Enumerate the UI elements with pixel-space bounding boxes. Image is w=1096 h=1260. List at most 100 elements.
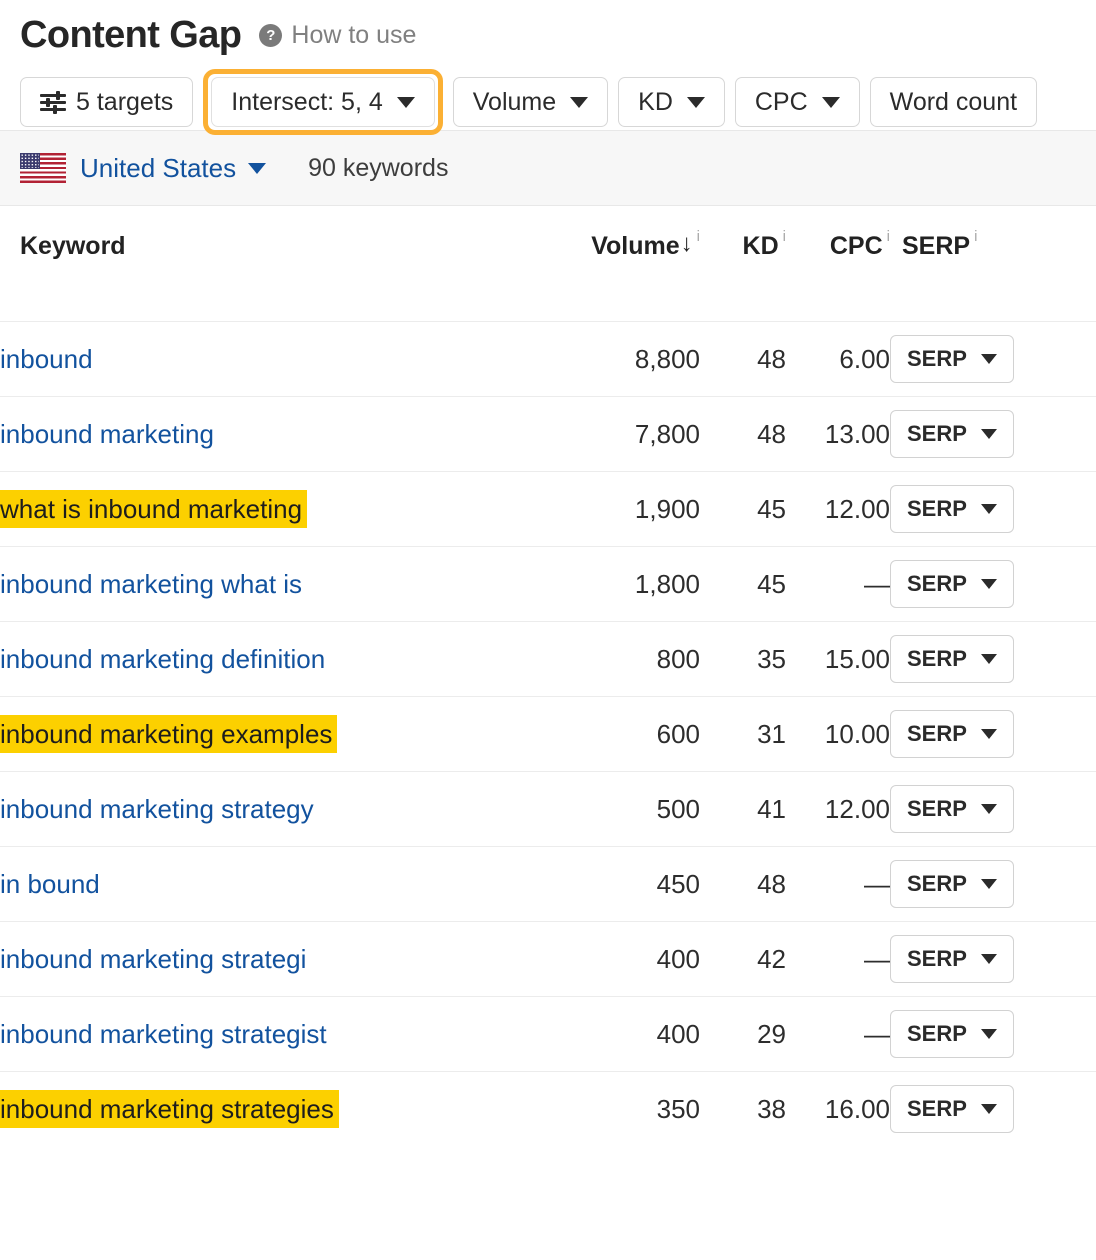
table-body: inbound8,800486.00SERPinbound marketing7… bbox=[0, 322, 1096, 1147]
how-to-use-link[interactable]: ? How to use bbox=[259, 21, 416, 50]
keyword-link-highlighted[interactable]: what is inbound marketing bbox=[0, 490, 307, 528]
kd-filter-label: KD bbox=[638, 88, 673, 117]
keyword-link-highlighted[interactable]: inbound marketing examples bbox=[0, 715, 337, 753]
word-count-filter-button[interactable]: Word count bbox=[870, 77, 1037, 127]
serp-dropdown-button[interactable]: SERP bbox=[890, 1085, 1014, 1133]
cell-cpc: 13.00 bbox=[786, 397, 890, 472]
cell-keyword: inbound marketing definition bbox=[0, 622, 560, 697]
serp-button-label: SERP bbox=[907, 421, 967, 447]
cell-keyword: in bound bbox=[0, 847, 560, 922]
keyword-link[interactable]: in bound bbox=[0, 869, 100, 899]
serp-dropdown-button[interactable]: SERP bbox=[890, 560, 1014, 608]
cell-serp: SERP bbox=[890, 472, 1096, 547]
keyword-link[interactable]: inbound marketing strategy bbox=[0, 794, 314, 824]
keyword-link[interactable]: inbound marketing strategist bbox=[0, 1019, 327, 1049]
chevron-down-icon bbox=[981, 954, 997, 964]
table-row: what is inbound marketing1,9004512.00SER… bbox=[0, 472, 1096, 547]
chevron-down-icon bbox=[570, 97, 588, 108]
country-bar: United States 90 keywords bbox=[0, 130, 1096, 206]
keyword-link[interactable]: inbound marketing what is bbox=[0, 569, 302, 599]
table-row: inbound marketing definition8003515.00SE… bbox=[0, 622, 1096, 697]
table-row: inbound marketing examples6003110.00SERP bbox=[0, 697, 1096, 772]
column-header-volume[interactable]: Volume ↓ i bbox=[560, 206, 700, 322]
how-to-use-label: How to use bbox=[291, 21, 416, 50]
cell-volume: 1,800 bbox=[560, 547, 700, 622]
cell-volume: 600 bbox=[560, 697, 700, 772]
targets-button[interactable]: 5 targets bbox=[20, 77, 193, 127]
cell-serp: SERP bbox=[890, 847, 1096, 922]
sort-descending-icon: ↓ bbox=[681, 232, 693, 256]
column-header-volume-label: Volume bbox=[591, 232, 679, 261]
cell-keyword: inbound marketing examples bbox=[0, 697, 560, 772]
chevron-down-icon bbox=[981, 354, 997, 364]
cell-volume: 8,800 bbox=[560, 322, 700, 397]
cpc-filter-button[interactable]: CPC bbox=[735, 77, 860, 127]
column-header-keyword[interactable]: Keyword bbox=[0, 206, 560, 322]
info-icon[interactable]: i bbox=[783, 228, 786, 245]
serp-dropdown-button[interactable]: SERP bbox=[890, 710, 1014, 758]
serp-dropdown-button[interactable]: SERP bbox=[890, 410, 1014, 458]
table-header-row: Keyword Volume ↓ i KD i CPC i bbox=[0, 206, 1096, 322]
cell-serp: SERP bbox=[890, 547, 1096, 622]
serp-dropdown-button[interactable]: SERP bbox=[890, 485, 1014, 533]
column-header-kd-label: KD bbox=[743, 232, 779, 261]
serp-button-label: SERP bbox=[907, 646, 967, 672]
keyword-link[interactable]: inbound marketing definition bbox=[0, 644, 325, 674]
intersect-button[interactable]: Intersect: 5, 4 bbox=[211, 77, 434, 127]
keyword-link[interactable]: inbound marketing bbox=[0, 419, 214, 449]
column-header-kd[interactable]: KD i bbox=[700, 206, 786, 322]
keyword-count: 90 keywords bbox=[308, 154, 448, 183]
chevron-down-icon bbox=[687, 97, 705, 108]
info-icon[interactable]: i bbox=[974, 228, 977, 245]
serp-dropdown-button[interactable]: SERP bbox=[890, 860, 1014, 908]
kd-filter-button[interactable]: KD bbox=[618, 77, 725, 127]
chevron-down-icon bbox=[981, 1029, 997, 1039]
cell-serp: SERP bbox=[890, 772, 1096, 847]
cell-keyword: inbound marketing bbox=[0, 397, 560, 472]
keyword-link-highlighted[interactable]: inbound marketing strategies bbox=[0, 1090, 339, 1128]
table-row: inbound marketing strategi40042—SERP bbox=[0, 922, 1096, 997]
cell-cpc: — bbox=[786, 922, 890, 997]
intersect-highlight-ring: Intersect: 5, 4 bbox=[203, 69, 442, 135]
serp-button-label: SERP bbox=[907, 1096, 967, 1122]
serp-button-label: SERP bbox=[907, 796, 967, 822]
intersect-label: Intersect: 5, 4 bbox=[231, 88, 382, 117]
cell-cpc: — bbox=[786, 997, 890, 1072]
cell-kd: 45 bbox=[700, 472, 786, 547]
volume-filter-button[interactable]: Volume bbox=[453, 77, 608, 127]
keyword-link[interactable]: inbound bbox=[0, 344, 93, 374]
chevron-down-icon bbox=[981, 879, 997, 889]
table-row: inbound 8,800486.00SERP bbox=[0, 322, 1096, 397]
column-header-serp[interactable]: SERP i bbox=[890, 206, 1096, 322]
cell-cpc: 15.00 bbox=[786, 622, 890, 697]
chevron-down-icon bbox=[981, 654, 997, 664]
info-icon[interactable]: i bbox=[887, 228, 890, 245]
cell-kd: 42 bbox=[700, 922, 786, 997]
cell-keyword: inbound bbox=[0, 322, 560, 397]
keyword-link[interactable]: inbound marketing strategi bbox=[0, 944, 306, 974]
cell-kd: 41 bbox=[700, 772, 786, 847]
serp-dropdown-button[interactable]: SERP bbox=[890, 785, 1014, 833]
serp-dropdown-button[interactable]: SERP bbox=[890, 1010, 1014, 1058]
question-mark-circle-icon[interactable]: ? bbox=[259, 24, 282, 47]
country-selector-label[interactable]: United States bbox=[80, 153, 236, 184]
column-header-cpc-label: CPC bbox=[830, 232, 883, 261]
cell-volume: 450 bbox=[560, 847, 700, 922]
cell-volume: 400 bbox=[560, 997, 700, 1072]
table-row: in bound45048—SERP bbox=[0, 847, 1096, 922]
cell-volume: 350 bbox=[560, 1072, 700, 1147]
info-icon[interactable]: i bbox=[697, 228, 700, 245]
serp-button-label: SERP bbox=[907, 571, 967, 597]
serp-dropdown-button[interactable]: SERP bbox=[890, 935, 1014, 983]
filter-toolbar: 5 targets Intersect: 5, 4 Volume KD CPC … bbox=[0, 52, 1096, 130]
cell-volume: 800 bbox=[560, 622, 700, 697]
column-header-cpc[interactable]: CPC i bbox=[786, 206, 890, 322]
cell-cpc: 6.00 bbox=[786, 322, 890, 397]
cell-cpc: 12.00 bbox=[786, 772, 890, 847]
chevron-down-icon[interactable] bbox=[248, 163, 266, 174]
serp-dropdown-button[interactable]: SERP bbox=[890, 635, 1014, 683]
chevron-down-icon bbox=[397, 97, 415, 108]
cell-kd: 48 bbox=[700, 322, 786, 397]
serp-dropdown-button[interactable]: SERP bbox=[890, 335, 1014, 383]
cell-cpc: — bbox=[786, 547, 890, 622]
